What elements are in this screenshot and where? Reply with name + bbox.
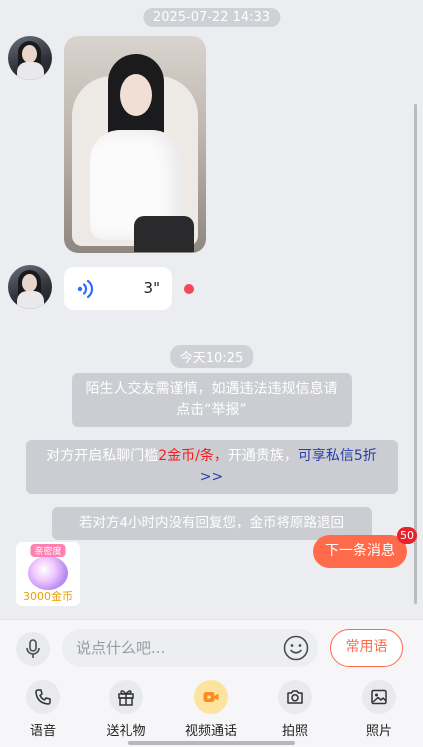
message-input[interactable] xyxy=(62,629,318,667)
received-photo xyxy=(64,36,206,253)
photo-message[interactable] xyxy=(64,36,206,253)
toolbar-label: 照片 xyxy=(365,724,392,739)
threshold-text: 对方开启私聊门槛 xyxy=(46,448,159,464)
message-timestamp: 2025-07-22 14:33 xyxy=(142,8,281,27)
system-notice-safety: 陌生人交友需谨慎，如遇违法违规信息请点击“举报” xyxy=(71,373,352,427)
toolbar-video-call[interactable]: 视频通话 xyxy=(177,680,245,739)
gift-orb-icon xyxy=(28,556,68,590)
common-phrases-button[interactable]: 常用语 xyxy=(330,629,403,667)
emoji-icon[interactable] xyxy=(283,635,309,661)
image-icon xyxy=(371,689,387,705)
video-call-icon xyxy=(203,692,219,702)
noble-text: 开通贵族， xyxy=(227,448,298,464)
phone-icon xyxy=(35,689,51,705)
gift-icon xyxy=(118,690,134,706)
voice-input-button[interactable] xyxy=(16,632,50,666)
toolbar-label: 语音 xyxy=(29,724,56,739)
unread-count-badge: 50 xyxy=(397,527,417,544)
threshold-price: 2金币/条， xyxy=(158,448,228,464)
intimacy-tag: 亲密度 xyxy=(30,544,66,557)
gift-price: 3000金币 xyxy=(23,590,73,603)
toolbar-label: 拍照 xyxy=(281,724,308,739)
toolbar-send-gift[interactable]: 送礼物 xyxy=(92,680,160,739)
system-notice-chat-threshold: 对方开启私聊门槛2金币/条，开通贵族，可享私信5折>> xyxy=(25,440,398,494)
unread-dot xyxy=(184,284,194,294)
next-message-button[interactable]: 下一条消息 xyxy=(313,535,407,568)
toolbar-label: 送礼物 xyxy=(106,724,146,739)
message-timestamp: 今天10:25 xyxy=(169,345,254,368)
intimacy-gift-card[interactable]: 亲密度 3000金币 xyxy=(16,542,80,606)
voice-message[interactable]: 3" xyxy=(64,267,172,310)
toolbar-voice-call[interactable]: 语音 xyxy=(9,680,77,739)
microphone-icon xyxy=(26,639,40,658)
voice-wave-icon xyxy=(77,279,94,299)
voice-duration: 3" xyxy=(143,279,160,297)
toolbar-photo-album[interactable]: 照片 xyxy=(345,680,413,739)
chat-input-panel: 常用语 语音 送礼物 视频通话 xyxy=(0,619,423,747)
contact-avatar[interactable] xyxy=(8,36,52,80)
toolbar-take-photo[interactable]: 拍照 xyxy=(261,680,329,739)
toolbar-label: 视频通话 xyxy=(184,724,237,739)
camera-icon xyxy=(287,690,303,704)
contact-avatar[interactable] xyxy=(8,265,52,309)
home-indicator[interactable] xyxy=(128,741,295,745)
